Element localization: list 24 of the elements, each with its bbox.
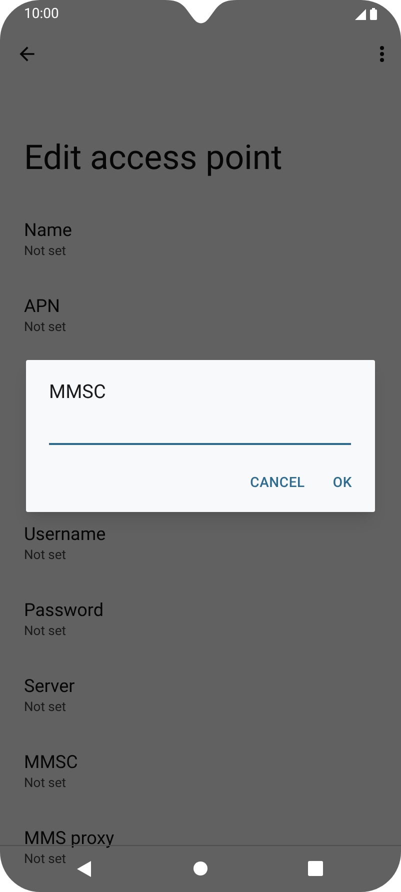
- status-time: 10:00: [24, 4, 59, 24]
- setting-title[interactable]: Server: [24, 676, 75, 698]
- setting-title[interactable]: MMSC: [24, 752, 78, 774]
- dialog-button[interactable]: CANCEL: [238, 465, 317, 501]
- more-options-icon[interactable]: [379, 45, 385, 63]
- dialog-title: MMSC: [49, 380, 107, 404]
- signal-icon: [355, 8, 366, 20]
- dialog-button[interactable]: OK: [320, 465, 364, 501]
- back-icon[interactable]: [77, 861, 91, 877]
- setting-title[interactable]: Name: [24, 220, 72, 242]
- setting-summary: Not set: [24, 319, 66, 337]
- setting-title[interactable]: Username: [24, 524, 106, 546]
- setting-title[interactable]: MMS proxy: [24, 828, 114, 850]
- battery-icon: [370, 8, 377, 20]
- setting-summary: Not set: [24, 243, 66, 261]
- setting-summary: Not set: [24, 699, 66, 717]
- setting-summary: Not set: [24, 623, 66, 641]
- setting-summary: Not set: [24, 775, 66, 793]
- page-title: Edit access point: [24, 138, 284, 178]
- home-icon[interactable]: [193, 861, 208, 876]
- setting-title[interactable]: Password: [24, 600, 104, 622]
- setting-title[interactable]: APN: [24, 296, 60, 318]
- setting-summary: Not set: [24, 851, 66, 869]
- setting-summary: Not set: [24, 547, 66, 565]
